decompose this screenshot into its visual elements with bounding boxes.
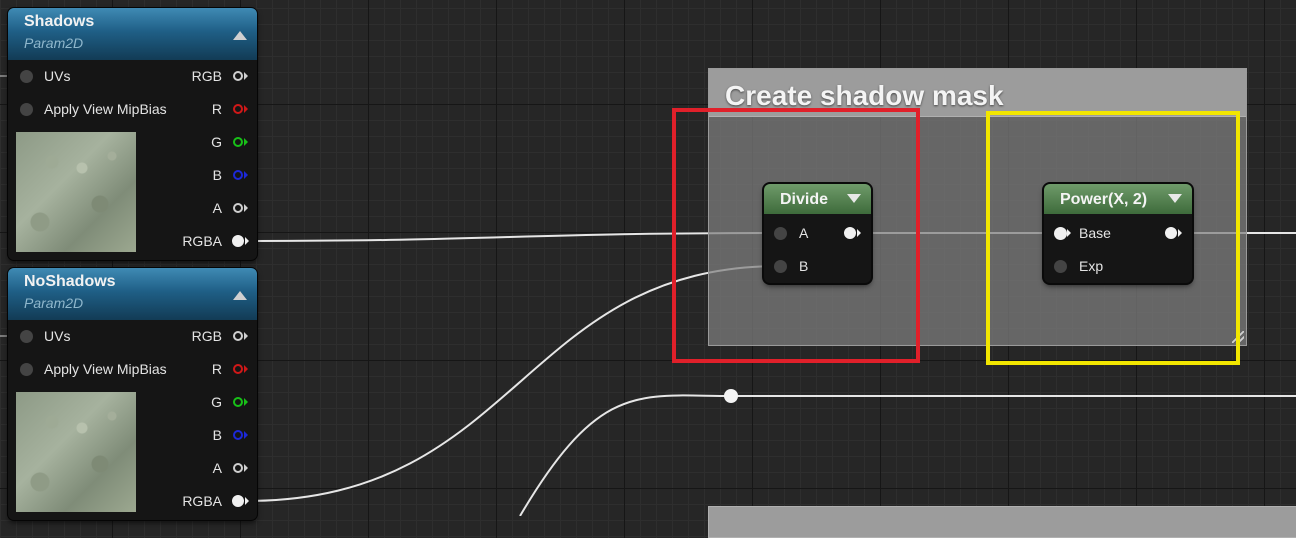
output-pin-a[interactable] xyxy=(233,463,243,473)
output-arrow-icon xyxy=(244,72,248,80)
output-label-b: B xyxy=(212,167,222,183)
input-label-mipbias: Apply View MipBias xyxy=(44,361,167,377)
output-arrow-icon xyxy=(245,497,249,505)
node-header[interactable]: NoShadows Param2D xyxy=(8,268,257,320)
output-label-b: B xyxy=(212,427,222,443)
input-label-mipbias: Apply View MipBias xyxy=(44,101,167,117)
highlight-box-red xyxy=(672,108,920,363)
highlight-box-yellow xyxy=(986,111,1240,365)
input-label-uvs: UVs xyxy=(44,328,71,344)
output-arrow-icon xyxy=(244,138,248,146)
collapse-arrow-icon[interactable] xyxy=(233,291,247,300)
output-label-rgb: RGB xyxy=(191,68,222,84)
output-arrow-icon xyxy=(244,332,248,340)
output-pin-r[interactable] xyxy=(233,364,243,374)
reroute-node[interactable] xyxy=(724,389,738,403)
output-pin-r[interactable] xyxy=(233,104,243,114)
output-arrow-icon xyxy=(244,171,248,179)
output-pin-a[interactable] xyxy=(233,203,243,213)
texture-node-noshadows[interactable]: NoShadows Param2D UVs Apply View MipBias… xyxy=(8,268,257,520)
output-arrow-icon xyxy=(244,398,248,406)
output-arrow-icon xyxy=(245,237,249,245)
output-pin-g[interactable] xyxy=(233,137,243,147)
output-arrow-icon xyxy=(244,204,248,212)
input-pin-mipbias[interactable] xyxy=(20,363,33,376)
output-pin-b[interactable] xyxy=(233,170,243,180)
output-label-rgba: RGBA xyxy=(182,493,222,509)
output-pin-rgb[interactable] xyxy=(233,331,243,341)
texture-preview xyxy=(16,132,136,252)
node-title: Shadows xyxy=(24,13,95,30)
texture-node-shadows[interactable]: Shadows Param2D UVs Apply View MipBias R… xyxy=(8,8,257,260)
output-label-r: R xyxy=(211,101,222,117)
collapse-arrow-icon[interactable] xyxy=(233,31,247,40)
output-pin-b[interactable] xyxy=(233,430,243,440)
output-label-r: R xyxy=(211,361,222,377)
output-arrow-icon xyxy=(244,105,248,113)
input-pin-mipbias[interactable] xyxy=(20,103,33,116)
output-label-g: G xyxy=(211,394,222,410)
output-label-rgba: RGBA xyxy=(182,233,222,249)
node-subtitle: Param2D xyxy=(24,35,84,51)
output-label-rgb: RGB xyxy=(191,328,222,344)
output-label-a: A xyxy=(212,460,222,476)
output-label-g: G xyxy=(211,134,222,150)
texture-preview xyxy=(16,392,136,512)
node-title: NoShadows xyxy=(24,273,116,290)
input-label-uvs: UVs xyxy=(44,68,71,84)
output-pin-rgba[interactable] xyxy=(232,495,244,507)
input-pin-uvs[interactable] xyxy=(20,330,33,343)
node-header[interactable]: Shadows Param2D xyxy=(8,8,257,60)
output-pin-rgba[interactable] xyxy=(232,235,244,247)
wire-reroute-in[interactable] xyxy=(519,394,732,516)
output-pin-g[interactable] xyxy=(233,397,243,407)
comment-box-lower[interactable] xyxy=(708,506,1296,538)
output-arrow-icon xyxy=(244,365,248,373)
input-pin-uvs[interactable] xyxy=(20,70,33,83)
output-pin-rgb[interactable] xyxy=(233,71,243,81)
node-subtitle: Param2D xyxy=(24,295,84,311)
output-label-a: A xyxy=(212,200,222,216)
output-arrow-icon xyxy=(244,431,248,439)
output-arrow-icon xyxy=(244,464,248,472)
